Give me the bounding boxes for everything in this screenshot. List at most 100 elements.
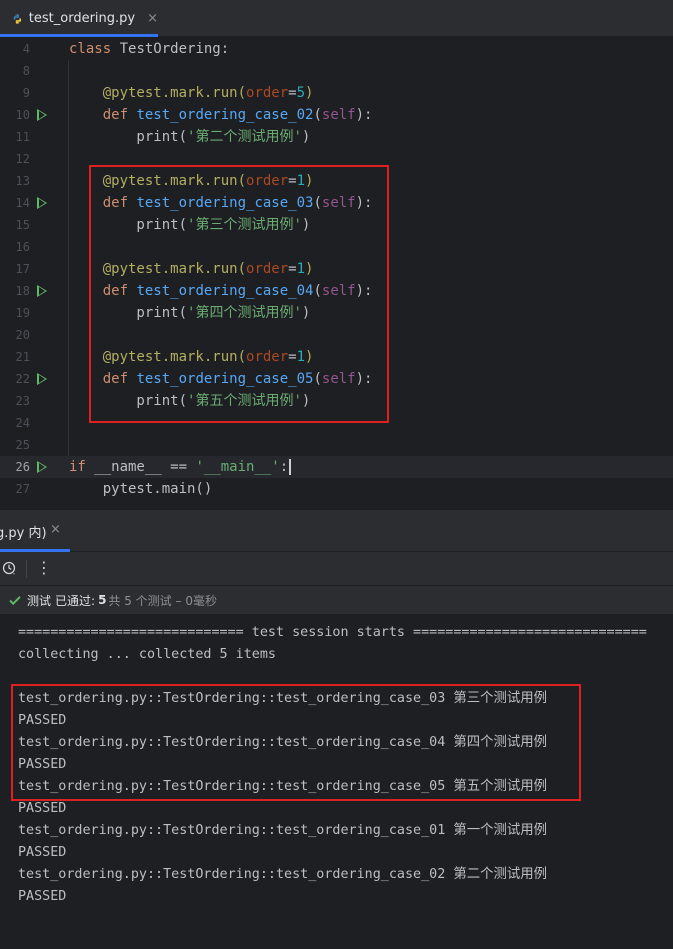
line-number: 23 <box>15 394 30 408</box>
run-test-icon[interactable] <box>37 461 47 473</box>
code-token: '第二个测试用例' <box>187 129 302 145</box>
code-token: @pytest.mark.run( <box>69 85 247 101</box>
status-passed-count: 5 <box>98 593 107 607</box>
code-line[interactable]: 13 @pytest.mark.run(order=1) <box>0 170 673 192</box>
code-token: ) <box>305 349 314 365</box>
code-token: print( <box>69 393 188 409</box>
line-number: 4 <box>22 42 30 56</box>
code-token: 1 <box>296 173 306 189</box>
line-number: 26 <box>15 460 30 474</box>
run-toolbar: ⋮ <box>0 552 673 586</box>
code-token: pytest.main() <box>69 481 213 497</box>
code-editor[interactable]: 4 class TestOrdering: 8 9 @pytest.mark.run(… <box>0 38 673 510</box>
code-token: ( <box>313 283 322 299</box>
code-line[interactable]: 14 def test_ordering_case_03(self): <box>0 192 673 214</box>
code-text: def test_ordering_case_02(self): <box>69 104 373 126</box>
code-line[interactable]: 17 @pytest.mark.run(order=1) <box>0 258 673 280</box>
code-token: ) <box>301 217 311 233</box>
code-line[interactable]: 18 def test_ordering_case_04(self): <box>0 280 673 302</box>
code-token: @pytest.mark.run( <box>69 261 247 277</box>
line-number: 13 <box>15 174 30 188</box>
code-line[interactable]: 22 def test_ordering_case_05(self): <box>0 368 673 390</box>
code-text: print('第五个测试用例') <box>69 390 310 412</box>
code-line[interactable]: 4 class TestOrdering: <box>0 38 673 60</box>
code-line[interactable]: 19 print('第四个测试用例') <box>0 302 673 324</box>
code-text: def test_ordering_case_05(self): <box>69 368 373 390</box>
line-number: 9 <box>22 86 30 100</box>
check-icon <box>9 596 21 606</box>
code-token: TestOrdering: <box>111 41 230 57</box>
code-text: pytest.main() <box>69 478 213 500</box>
code-line[interactable]: 24 <box>0 412 673 434</box>
line-number: 21 <box>15 350 30 364</box>
code-token: ): <box>355 371 373 387</box>
code-line[interactable]: 12 <box>0 148 673 170</box>
console-line: test_ordering.py::TestOrdering::test_ord… <box>18 691 548 706</box>
console-line: test_ordering.py::TestOrdering::test_ord… <box>18 779 548 794</box>
console-line: test_ordering.py::TestOrdering::test_ord… <box>18 867 548 882</box>
code-token: '第三个测试用例' <box>187 217 302 233</box>
run-test-icon[interactable] <box>37 285 47 297</box>
console-line: PASSED <box>18 801 67 816</box>
line-number: 19 <box>15 306 30 320</box>
code-token: def <box>69 107 137 123</box>
line-number: 18 <box>15 284 30 298</box>
text-caret <box>289 459 292 475</box>
console-line: test_ordering.py::TestOrdering::test_ord… <box>18 735 548 750</box>
editor-tab-test-ordering[interactable]: test_ordering.py × <box>0 0 158 37</box>
code-text: @pytest.mark.run(order=1) <box>69 170 314 192</box>
code-line[interactable]: 16 <box>0 236 673 258</box>
code-line[interactable]: 11 print('第二个测试用例') <box>0 126 673 148</box>
code-token: order <box>246 173 289 189</box>
code-token: '第四个测试用例' <box>187 305 302 321</box>
more-options-icon[interactable]: ⋮ <box>36 558 52 577</box>
run-test-icon[interactable] <box>37 373 47 385</box>
code-token: order <box>246 85 289 101</box>
code-line[interactable]: 9 @pytest.mark.run(order=5) <box>0 82 673 104</box>
status-passed-label: 已通过: <box>55 593 96 608</box>
console-output[interactable]: ============================ test sessio… <box>0 615 673 949</box>
code-line[interactable]: 20 <box>0 324 673 346</box>
line-number: 27 <box>15 482 30 496</box>
code-line[interactable]: 27 pytest.main() <box>0 478 673 500</box>
code-line[interactable]: 23 print('第五个测试用例') <box>0 390 673 412</box>
code-text: class TestOrdering: <box>69 38 229 60</box>
line-number: 11 <box>15 130 30 144</box>
code-token: def <box>69 371 137 387</box>
code-line[interactable]: 10 def test_ordering_case_02(self): <box>0 104 673 126</box>
code-token: @pytest.mark.run( <box>69 173 247 189</box>
code-token: __name__ == <box>85 459 196 475</box>
code-token: @pytest.mark.run( <box>69 349 247 365</box>
line-number: 10 <box>15 108 30 122</box>
code-text: print('第二个测试用例') <box>69 126 310 148</box>
console-line: PASSED <box>18 713 67 728</box>
test-history-icon[interactable] <box>2 561 16 575</box>
editor-tab-bar: test_ordering.py × <box>0 0 673 37</box>
code-token: ( <box>313 195 322 211</box>
line-number: 15 <box>15 218 30 232</box>
run-test-icon[interactable] <box>37 197 47 209</box>
close-run-tab-icon[interactable]: × <box>50 522 61 537</box>
code-token: def <box>69 283 137 299</box>
run-tab-bar: g.py 内) × <box>0 510 673 552</box>
code-line[interactable]: 25 <box>0 434 673 456</box>
code-line[interactable]: 15 print('第三个测试用例') <box>0 214 673 236</box>
code-line[interactable]: 21 @pytest.mark.run(order=1) <box>0 346 673 368</box>
run-tab-label: g.py 内) <box>0 525 47 541</box>
code-token: 5 <box>296 85 306 101</box>
code-token: self <box>321 195 356 211</box>
code-line[interactable]: 8 <box>0 60 673 82</box>
code-token: print( <box>69 305 188 321</box>
code-token: = <box>288 85 297 101</box>
run-test-icon[interactable] <box>37 109 47 121</box>
test-status-bar: 测试 已通过: 5 共 5 个测试 – 0毫秒 <box>0 586 673 615</box>
code-token: class <box>69 41 112 57</box>
code-token: ( <box>313 107 322 123</box>
code-token: self <box>321 283 356 299</box>
code-token: order <box>246 261 289 277</box>
close-tab-icon[interactable]: × <box>147 11 158 26</box>
code-token: ( <box>313 371 322 387</box>
python-file-icon <box>13 13 22 24</box>
code-line[interactable]: 26 if __name__ == '__main__': <box>0 456 673 478</box>
line-number: 17 <box>15 262 30 276</box>
